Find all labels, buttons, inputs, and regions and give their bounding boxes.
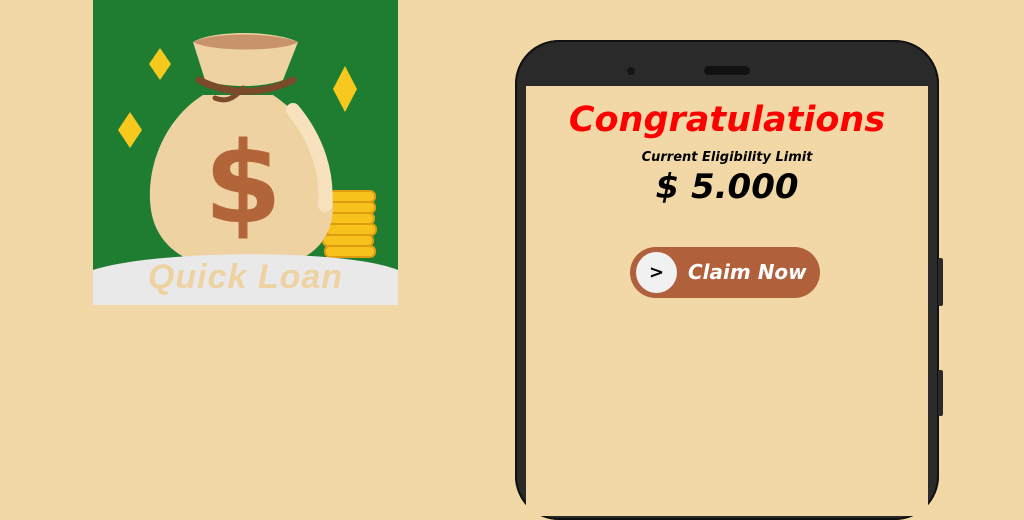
camera-icon bbox=[627, 67, 635, 75]
app-icon: $ Quick Loan bbox=[93, 0, 398, 305]
eligibility-label: Current Eligibility Limit bbox=[641, 150, 813, 165]
app-icon-label: Quick Loan bbox=[147, 258, 344, 296]
svg-text:$: $ bbox=[204, 119, 282, 249]
phone-power-button bbox=[938, 370, 943, 416]
claim-now-button[interactable]: > Claim Now bbox=[630, 247, 820, 298]
chevron-right-icon: > bbox=[636, 252, 677, 293]
eligibility-amount: $ 5.000 bbox=[655, 167, 799, 207]
phone-mockup: Congratulations Current Eligibility Limi… bbox=[515, 40, 943, 520]
speaker-icon bbox=[704, 66, 750, 75]
phone-volume-button bbox=[938, 258, 943, 306]
congratulations-heading: Congratulations bbox=[568, 100, 886, 140]
claim-now-label: Claim Now bbox=[688, 260, 807, 284]
phone-screen: Congratulations Current Eligibility Limi… bbox=[526, 86, 928, 516]
